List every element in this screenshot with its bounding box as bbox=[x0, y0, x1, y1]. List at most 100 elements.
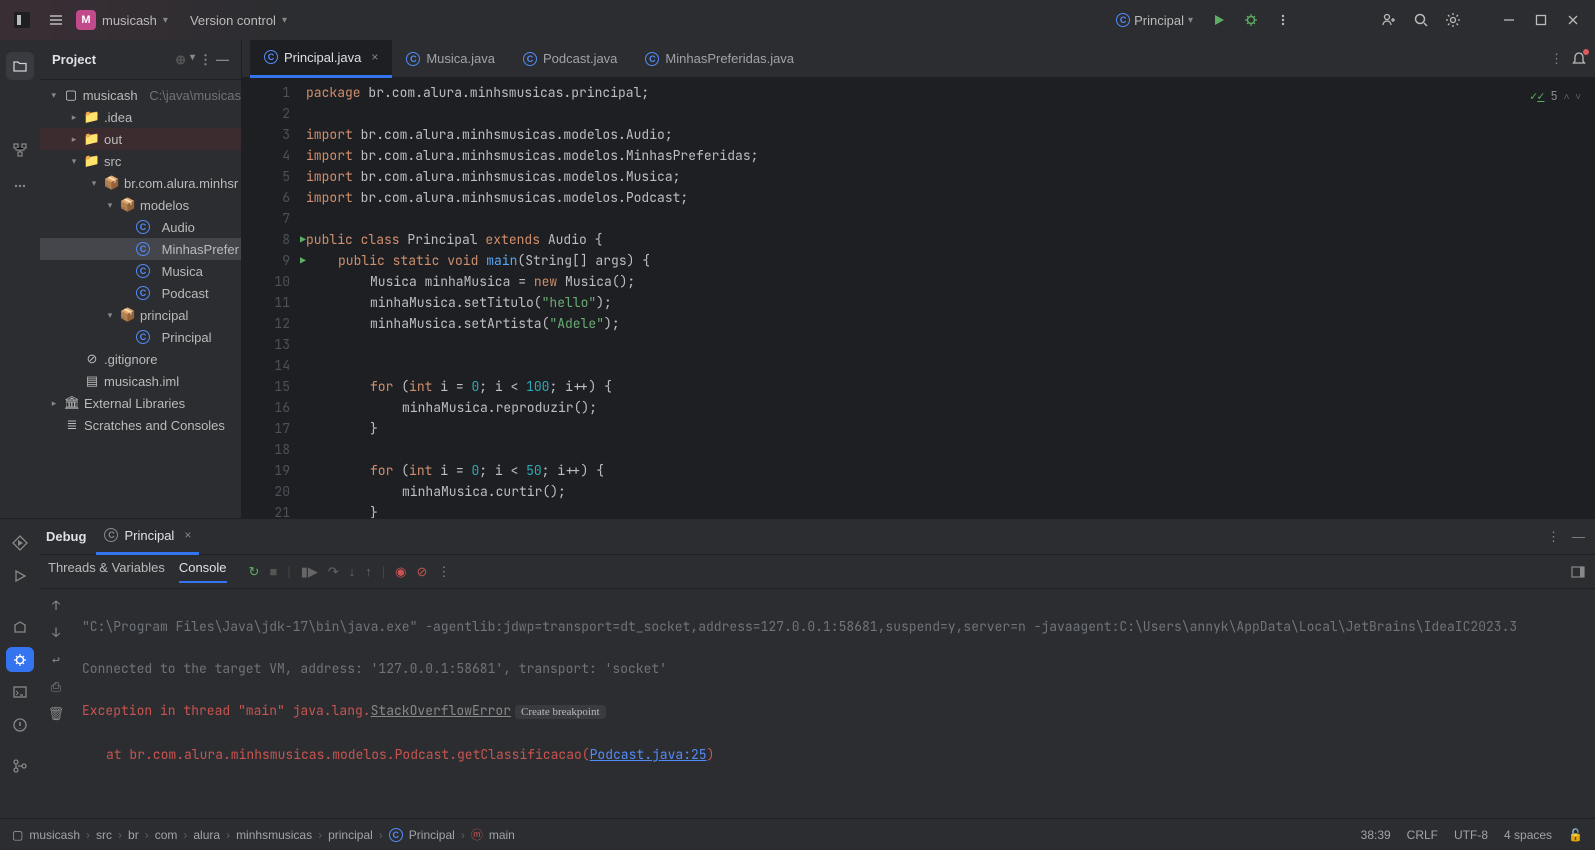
method-icon: ⓜ bbox=[471, 826, 483, 843]
create-breakpoint-button[interactable]: Create breakpoint bbox=[515, 705, 606, 719]
stop-icon[interactable]: ■ bbox=[269, 564, 277, 580]
vcs-icon[interactable] bbox=[6, 753, 34, 778]
hide-icon[interactable]: — bbox=[216, 52, 229, 68]
soft-wrap-icon[interactable]: ↩ bbox=[52, 649, 60, 670]
gutter: 1 2 3 4 5 6 7 8▶ 9▶ 10 11 12 13 14 15 16… bbox=[242, 78, 302, 518]
debug-tool-icon[interactable] bbox=[6, 647, 34, 672]
scroll-to-top-icon[interactable]: ↑ bbox=[52, 595, 60, 616]
console-tab[interactable]: Console bbox=[179, 560, 227, 583]
scroll-to-end-icon[interactable]: ↓ bbox=[52, 622, 60, 643]
build-icon[interactable] bbox=[6, 615, 34, 640]
stack-link[interactable]: Podcast.java:25 bbox=[590, 746, 707, 763]
run-diamond-icon[interactable] bbox=[6, 531, 34, 556]
step-over-icon[interactable]: ↷ bbox=[328, 564, 339, 580]
more-icon[interactable]: ⋮ bbox=[437, 564, 450, 580]
run-gutter-icon[interactable]: ▶ bbox=[300, 250, 306, 271]
tree-node-modelos[interactable]: ▾📦modelos bbox=[40, 194, 241, 216]
notifications-icon[interactable] bbox=[1571, 51, 1587, 67]
tree-node-out[interactable]: ▸📁out bbox=[40, 128, 241, 150]
maximize-icon[interactable] bbox=[1527, 6, 1555, 34]
run-gutter-icon[interactable]: ▶ bbox=[300, 229, 306, 250]
resume-icon[interactable]: ▮▶ bbox=[301, 564, 318, 580]
tree-file-gitignore[interactable]: ⊘.gitignore bbox=[40, 348, 241, 370]
tree-file-iml[interactable]: ▤musicash.iml bbox=[40, 370, 241, 392]
layout-icon[interactable] bbox=[1571, 565, 1585, 579]
tree-scratches[interactable]: ≣Scratches and Consoles bbox=[40, 414, 241, 436]
left-tool-rail bbox=[0, 40, 40, 518]
select-opened-icon[interactable]: ⊕ bbox=[175, 52, 186, 68]
tree-node-pkg[interactable]: ▾📦br.com.alura.minhsr bbox=[40, 172, 241, 194]
close-icon[interactable] bbox=[1559, 6, 1587, 34]
run-icon[interactable] bbox=[6, 564, 34, 589]
tree-file-minhas[interactable]: C MinhasPrefer bbox=[40, 238, 241, 260]
class-icon: C bbox=[136, 286, 150, 300]
view-breakpoints-icon[interactable]: ◉ bbox=[395, 564, 406, 580]
class-icon: C bbox=[136, 242, 150, 256]
tab-minhaspreferidas[interactable]: CMinhasPreferidas.java bbox=[631, 40, 808, 78]
file-encoding[interactable]: UTF-8 bbox=[1454, 828, 1488, 842]
print-icon[interactable]: ⎙ bbox=[51, 676, 61, 697]
debug-tab-principal[interactable]: C Principal × bbox=[96, 519, 199, 555]
tree-node-idea[interactable]: ▸📁.idea bbox=[40, 106, 241, 128]
hide-icon[interactable]: — bbox=[1572, 529, 1585, 545]
vcs-menu[interactable]: Version control bbox=[190, 13, 276, 28]
step-into-icon[interactable]: ↓ bbox=[349, 564, 356, 580]
clear-icon[interactable]: 🗑 bbox=[48, 703, 65, 724]
structure-tool-icon[interactable] bbox=[6, 136, 34, 164]
tab-principal[interactable]: CPrincipal.java× bbox=[250, 40, 392, 78]
close-icon[interactable]: × bbox=[371, 50, 378, 64]
run-config-selector[interactable]: C Principal ▾ bbox=[1108, 10, 1201, 31]
threads-tab[interactable]: Threads & Variables bbox=[48, 560, 165, 583]
tree-node-principal[interactable]: ▾📦principal bbox=[40, 304, 241, 326]
tree-file-podcast[interactable]: C Podcast bbox=[40, 282, 241, 304]
class-icon: C bbox=[1116, 13, 1130, 27]
chevron-down-icon[interactable]: ▾ bbox=[190, 52, 195, 68]
mute-breakpoints-icon[interactable]: ⊘ bbox=[416, 564, 427, 580]
readonly-icon[interactable]: 🔓 bbox=[1568, 828, 1583, 842]
more-icon[interactable]: ⋮ bbox=[199, 52, 212, 68]
problems-icon[interactable] bbox=[6, 713, 34, 738]
main-menu-icon[interactable] bbox=[42, 6, 70, 34]
tree-file-principal[interactable]: C Principal bbox=[40, 326, 241, 348]
tab-musica[interactable]: CMusica.java bbox=[392, 40, 509, 78]
code-text[interactable]: package br.com.alura.minhsmusicas.princi… bbox=[302, 78, 1595, 518]
rerun-icon[interactable]: ↻ bbox=[249, 564, 260, 580]
tab-podcast[interactable]: CPodcast.java bbox=[509, 40, 631, 78]
cursor-position[interactable]: 38:39 bbox=[1361, 828, 1391, 842]
console-output[interactable]: "C:\Program Files\Java\jdk-17\bin\java.e… bbox=[72, 589, 1595, 778]
line-separator[interactable]: CRLF bbox=[1407, 828, 1438, 842]
tree-ext-libs[interactable]: ▸🏛External Libraries bbox=[40, 392, 241, 414]
inspections-widget[interactable]: ✓✓ 5 ˄˅ bbox=[1530, 86, 1581, 107]
project-name[interactable]: musicash bbox=[102, 13, 157, 28]
terminal-icon[interactable] bbox=[6, 680, 34, 705]
code-with-me-icon[interactable] bbox=[1375, 6, 1403, 34]
editor-area: CPrincipal.java× CMusica.java CPodcast.j… bbox=[242, 40, 1595, 518]
ide-logo-icon[interactable] bbox=[8, 6, 36, 34]
minimize-icon[interactable] bbox=[1495, 6, 1523, 34]
more-icon[interactable] bbox=[1269, 6, 1297, 34]
more-tool-icon[interactable] bbox=[6, 172, 34, 200]
search-icon[interactable] bbox=[1407, 6, 1435, 34]
close-icon[interactable]: × bbox=[184, 528, 191, 542]
tree-node-src[interactable]: ▾📁src bbox=[40, 150, 241, 172]
debug-icon[interactable] bbox=[1237, 6, 1265, 34]
step-out-icon[interactable]: ↑ bbox=[365, 564, 372, 580]
project-tree[interactable]: ▾▢musicash C:\java\musicas ▸📁.idea ▸📁out… bbox=[40, 80, 241, 518]
project-tool-icon[interactable] bbox=[6, 52, 34, 80]
tree-file-musica[interactable]: C Musica bbox=[40, 260, 241, 282]
run-icon[interactable] bbox=[1205, 6, 1233, 34]
run-config-name: Principal bbox=[1134, 13, 1184, 28]
more-icon[interactable]: ⋮ bbox=[1547, 529, 1560, 545]
tree-root[interactable]: ▾▢musicash C:\java\musicas bbox=[40, 84, 241, 106]
class-icon: C bbox=[264, 50, 278, 64]
settings-icon[interactable] bbox=[1439, 6, 1467, 34]
class-icon: C bbox=[136, 330, 150, 344]
indent-config[interactable]: 4 spaces bbox=[1504, 828, 1552, 842]
more-icon[interactable]: ⋮ bbox=[1550, 51, 1563, 67]
code-editor[interactable]: ✓✓ 5 ˄˅ 1 2 3 4 5 6 7 8▶ 9▶ 10 11 12 13 … bbox=[242, 78, 1595, 518]
console-wrap: ↑ ↓ ↩ ⎙ 🗑 "C:\Program Files\Java\jdk-17\… bbox=[40, 589, 1595, 778]
debug-panel: Debug C Principal × ⋮ — Threads & Variab… bbox=[0, 518, 1595, 778]
class-icon: C bbox=[136, 220, 150, 234]
breadcrumb[interactable]: ▢musicash› src› br› com› alura› minhsmus… bbox=[12, 826, 515, 843]
tree-file-audio[interactable]: C Audio bbox=[40, 216, 241, 238]
